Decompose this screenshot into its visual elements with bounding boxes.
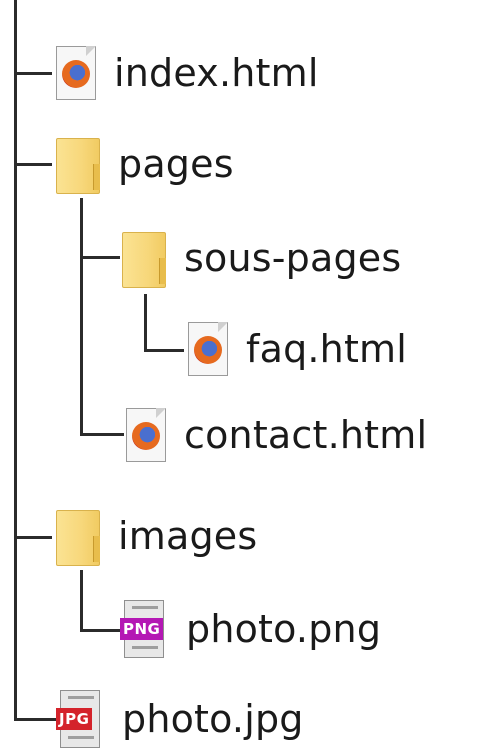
tree-item-photo-jpg[interactable]: JPG photo.jpg [56,690,304,748]
tree-item-photo-png[interactable]: PNG photo.png [120,600,381,658]
firefox-document-icon [56,46,96,100]
tree-branch-photo-jpg [14,718,56,721]
tree-item-label: index.html [114,51,319,95]
folder-icon [56,134,100,194]
folder-icon [122,228,166,288]
file-tree: index.html pages sous-pages faq.html con… [0,0,481,752]
tree-branch-photo-png [80,629,120,632]
tree-branch-sous-pages [80,256,120,259]
jpg-badge: JPG [56,708,93,730]
png-badge: PNG [120,618,164,640]
tree-item-label: photo.jpg [122,697,304,741]
tree-item-label: faq.html [246,327,408,371]
tree-line-sous-pages [144,294,147,352]
tree-item-label: sous-pages [184,236,402,280]
tree-item-label: pages [118,142,234,186]
tree-item-label: contact.html [184,413,428,457]
tree-branch-index [14,72,52,75]
tree-item-label: images [118,514,258,558]
image-file-icon: JPG [56,690,104,748]
tree-item-contact-html[interactable]: contact.html [126,408,427,462]
tree-item-faq-html[interactable]: faq.html [188,322,407,376]
tree-branch-faq [144,349,184,352]
tree-branch-images [14,536,52,539]
firefox-document-icon [126,408,166,462]
tree-branch-pages [14,163,52,166]
folder-icon [56,506,100,566]
tree-item-sous-pages[interactable]: sous-pages [122,228,401,288]
tree-item-images[interactable]: images [56,506,257,566]
tree-line-root [14,0,17,720]
image-file-icon: PNG [120,600,168,658]
tree-item-label: photo.png [186,607,382,651]
tree-item-index-html[interactable]: index.html [56,46,319,100]
tree-line-pages [80,198,83,436]
tree-line-images [80,570,83,632]
tree-item-pages[interactable]: pages [56,134,234,194]
tree-branch-contact [80,433,124,436]
firefox-document-icon [188,322,228,376]
